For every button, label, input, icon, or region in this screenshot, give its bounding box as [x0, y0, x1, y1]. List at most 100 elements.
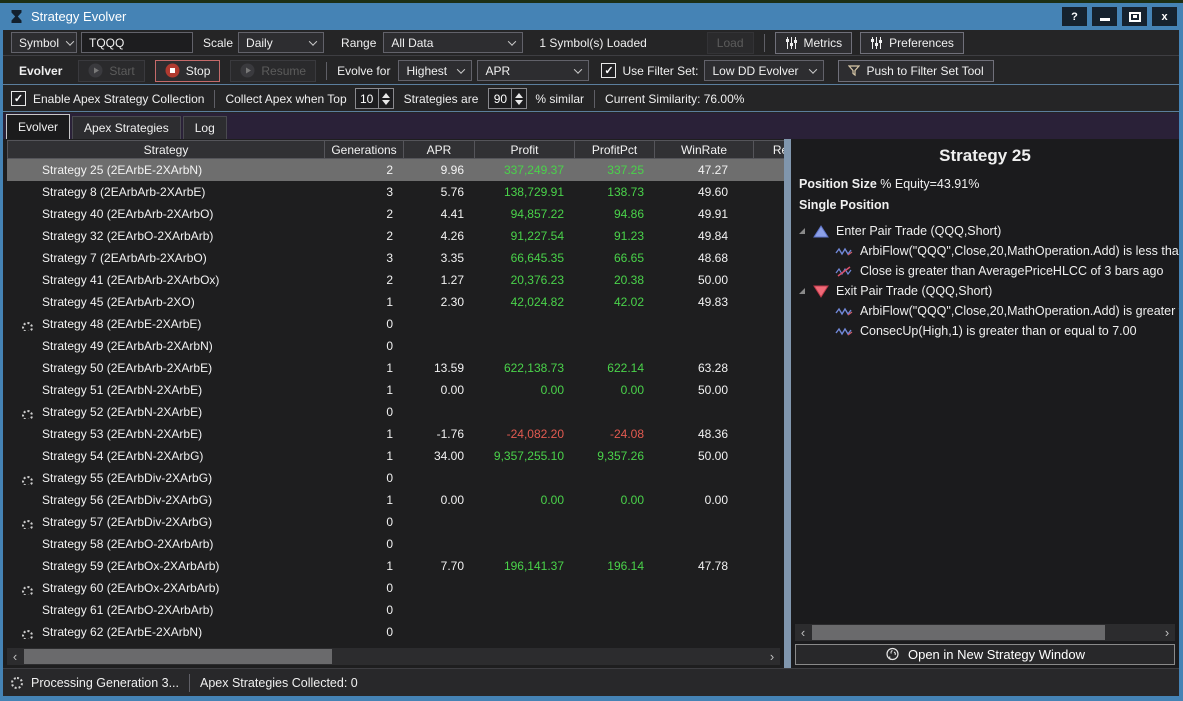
table-row[interactable]: Strategy 52 (2EArbN-2XArbE)0 [7, 401, 784, 423]
table-row[interactable]: Strategy 7 (2EArbArb-2XArbO)33.3566,645.… [7, 247, 784, 269]
tree-expander-icon[interactable] [798, 287, 806, 295]
tab-apex-strategies[interactable]: Apex Strategies [72, 116, 181, 139]
stop-button[interactable]: Stop [155, 60, 221, 82]
column-header-strategy[interactable]: Strategy [7, 140, 325, 159]
range-dropdown[interactable]: All Data [383, 32, 523, 53]
table-row[interactable]: Strategy 61 (2EArbO-2XArbArb)0 [7, 599, 784, 621]
table-row[interactable]: Strategy 51 (2EArbN-2XArbE)10.000.000.00… [7, 379, 784, 401]
tree-item[interactable]: Enter Pair Trade (QQQ,Short) [791, 221, 1179, 241]
table-row[interactable]: Strategy 8 (2EArbArb-2XArbE)35.76138,729… [7, 181, 784, 203]
table-row[interactable]: Strategy 58 (2EArbO-2XArbArb)0 [7, 533, 784, 555]
load-button[interactable]: Load [707, 32, 754, 54]
tree-item[interactable]: ConsecUp(High,1) is greater than or equa… [791, 321, 1179, 341]
scroll-right-arrow[interactable]: › [764, 648, 780, 665]
evolve-order-dropdown[interactable]: Highest [398, 60, 472, 81]
column-header-apr[interactable]: APR [404, 140, 475, 159]
resume-button[interactable]: Resume [230, 60, 316, 82]
table-row[interactable]: Strategy 59 (2EArbOx-2XArbArb)17.70196,1… [7, 555, 784, 577]
profit-cell: 0.00 [475, 493, 575, 507]
table-row[interactable]: Strategy 41 (2EArbArb-2XArbOx)21.2720,37… [7, 269, 784, 291]
symbol-type-dropdown[interactable]: Symbol [11, 32, 77, 53]
tree-item-text: Close is greater than AveragePriceHLCC o… [860, 264, 1163, 278]
top-count-stepper[interactable]: 10 [355, 88, 394, 109]
evolve-metric-dropdown[interactable]: APR [477, 60, 589, 81]
maximize-button[interactable] [1122, 7, 1147, 26]
tree-item[interactable]: Exit Pair Trade (QQQ,Short) [791, 281, 1179, 301]
strategy-cell: Strategy 58 (2EArbO-2XArbArb) [7, 537, 325, 551]
table-horizontal-scrollbar[interactable]: ‹ › [7, 648, 780, 665]
strategy-name: Strategy 40 (2EArbArb-2XArbO) [42, 207, 213, 221]
table-row[interactable]: Strategy 55 (2EArbDiv-2XArbG)0 [7, 467, 784, 489]
strategy-cell: Strategy 49 (2EArbArb-2XArbN) [7, 339, 325, 353]
funnel-icon [848, 65, 860, 77]
toolbar-separator [594, 90, 595, 108]
table-row[interactable]: Strategy 62 (2EArbE-2XArbN)0 [7, 621, 784, 643]
apr-cell: 9.96 [404, 163, 475, 177]
strategy-name: Strategy 62 (2EArbE-2XArbN) [42, 625, 202, 639]
symbol-input[interactable]: TQQQ [81, 32, 193, 53]
panel-splitter[interactable] [784, 139, 791, 668]
scroll-right-arrow[interactable]: › [1159, 624, 1175, 641]
table-row[interactable]: Strategy 56 (2EArbDiv-2XArbG)10.000.000.… [7, 489, 784, 511]
strategy-name: Strategy 49 (2EArbArb-2XArbN) [42, 339, 213, 353]
table-row[interactable]: Strategy 54 (2EArbN-2XArbG)134.009,357,2… [7, 445, 784, 467]
stepper-arrows-icon[interactable] [378, 89, 393, 108]
use-filter-set-checkbox[interactable]: ✓ [601, 63, 616, 78]
gen-cell: 0 [325, 515, 404, 529]
profitpct-cell: 66.65 [575, 251, 655, 265]
push-to-filter-set-tool-button[interactable]: Push to Filter Set Tool [838, 60, 993, 82]
metrics-button[interactable]: Metrics [775, 32, 853, 54]
help-button[interactable]: ? [1062, 7, 1087, 26]
scrollbar-thumb[interactable] [812, 625, 1105, 640]
strategy-cell: Strategy 48 (2EArbE-2XArbE) [7, 317, 325, 331]
minimize-button[interactable] [1092, 7, 1117, 26]
strategy-detail-panel: Strategy 25 Position Size % Equity=43.91… [791, 139, 1179, 668]
gen-cell: 1 [325, 295, 404, 309]
tree-item[interactable]: ArbiFlow("QQQ",Close,20,MathOperation.Ad… [791, 301, 1179, 321]
column-header-winrate[interactable]: WinRate [655, 140, 754, 159]
column-header-profitpct[interactable]: ProfitPct [575, 140, 655, 159]
strategy-name: Strategy 61 (2EArbO-2XArbArb) [42, 603, 213, 617]
preferences-button[interactable]: Preferences [860, 32, 964, 54]
apr-cell: 4.26 [404, 229, 475, 243]
similar-pct-stepper[interactable]: 90 [488, 88, 527, 109]
tree-expander-icon[interactable] [798, 227, 806, 235]
window-border-bottom [0, 696, 1183, 701]
table-row[interactable]: Strategy 48 (2EArbE-2XArbE)0 [7, 313, 784, 335]
scale-dropdown[interactable]: Daily [238, 32, 324, 53]
start-button[interactable]: Start [78, 60, 144, 82]
tab-evolver[interactable]: Evolver [6, 114, 70, 139]
table-row[interactable]: Strategy 40 (2EArbArb-2XArbO)24.4194,857… [7, 203, 784, 225]
tree-item[interactable]: Close is greater than AveragePriceHLCC o… [791, 261, 1179, 281]
open-in-new-strategy-window-button[interactable]: Open in New Strategy Window [795, 644, 1175, 665]
strategy-cell: Strategy 62 (2EArbE-2XArbN) [7, 625, 325, 639]
table-row[interactable]: Strategy 53 (2EArbN-2XArbE)1-1.76-24,082… [7, 423, 784, 445]
table-row[interactable]: Strategy 57 (2EArbDiv-2XArbG)0 [7, 511, 784, 533]
table-row[interactable]: Strategy 50 (2EArbArb-2XArbE)113.59622,1… [7, 357, 784, 379]
profit-cell: 66,645.35 [475, 251, 575, 265]
table-row[interactable]: Strategy 49 (2EArbArb-2XArbN)0 [7, 335, 784, 357]
table-row[interactable]: Strategy 32 (2EArbO-2XArbArb)24.2691,227… [7, 225, 784, 247]
detail-horizontal-scrollbar[interactable]: ‹ › [795, 624, 1175, 641]
table-row[interactable]: Strategy 25 (2EArbE-2XArbN)29.96337,249.… [7, 159, 784, 181]
close-button[interactable]: x [1152, 7, 1177, 26]
enable-apex-checkbox[interactable]: ✓ [11, 91, 26, 106]
window-border-left [0, 3, 3, 701]
scroll-left-arrow[interactable]: ‹ [7, 648, 23, 665]
tree-item[interactable]: ArbiFlow("QQQ",Close,20,MathOperation.Ad… [791, 241, 1179, 261]
column-header-generations[interactable]: Generations [325, 140, 404, 159]
similar-pct-value: 90 [489, 89, 511, 108]
filter-set-dropdown[interactable]: Low DD Evolver [704, 60, 824, 81]
tab-log[interactable]: Log [183, 116, 227, 139]
winrate-cell: 50.00 [655, 273, 754, 287]
column-header-profit[interactable]: Profit [475, 140, 575, 159]
strategy-evolver-window: Strategy Evolver ? x Symbol TQQQ Scale D… [0, 0, 1183, 701]
chevron-down-icon [309, 37, 317, 45]
table-row[interactable]: Strategy 45 (2EArbArb-2XO)12.3042,024.82… [7, 291, 784, 313]
stepper-arrows-icon[interactable] [511, 89, 526, 108]
scrollbar-thumb[interactable] [24, 649, 332, 664]
winrate-cell: 49.84 [655, 229, 754, 243]
column-header-rec[interactable]: Rec [754, 140, 784, 159]
table-row[interactable]: Strategy 60 (2EArbOx-2XArbArb)0 [7, 577, 784, 599]
scroll-left-arrow[interactable]: ‹ [795, 624, 811, 641]
